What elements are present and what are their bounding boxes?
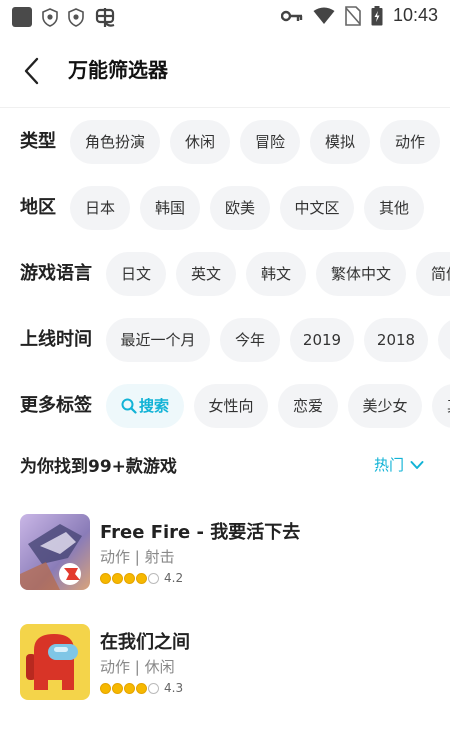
filter-label: 上线时间 [20, 329, 92, 350]
filter-chip[interactable]: 韩国 [140, 186, 200, 230]
filter-chip[interactable]: 2017 [438, 318, 450, 362]
search-label: 搜索 [138, 397, 169, 415]
bug-icon [95, 8, 115, 27]
app-square-icon [12, 7, 32, 27]
filter-label: 更多标签 [20, 395, 92, 416]
filter-row-more-tags: 更多标签 搜索 女性向 恋爱 美少女 其他 [0, 384, 450, 428]
rating-coin-empty-icon [148, 572, 159, 584]
status-time: 10:43 [392, 5, 438, 25]
game-icon-free-fire [20, 514, 90, 590]
filter-label: 地区 [20, 197, 56, 218]
filter-chip[interactable]: 其他 [364, 186, 424, 230]
battery-icon [371, 5, 383, 25]
filter-chip[interactable]: 中文区 [280, 186, 354, 230]
filter-chip[interactable]: 恋爱 [278, 384, 338, 428]
rating-score: 4.3 [164, 681, 184, 695]
rating-coin-icon [112, 682, 123, 694]
rating-score: 4.2 [164, 571, 184, 585]
rating-coin-empty-icon [148, 682, 159, 694]
game-tags: 动作 | 休闲 [100, 658, 175, 676]
game-list-item[interactable]: Free Fire - 我要活下去 动作 | 射击 4.2 [20, 514, 430, 592]
filter-chip[interactable]: 冒险 [240, 120, 300, 164]
filter-label: 游戏语言 [20, 263, 92, 284]
filter-row-region: 地区 日本 韩国 欧美 中文区 其他 [0, 186, 450, 230]
filter-chip[interactable]: 今年 [220, 318, 280, 362]
filter-row-type: 类型 角色扮演 休闲 冒险 模拟 动作 [0, 120, 450, 164]
filter-chip[interactable]: 韩文 [246, 252, 306, 296]
filter-chip[interactable]: 美少女 [348, 384, 422, 428]
status-bar: 10:43 [0, 0, 450, 34]
key-icon [280, 10, 303, 21]
game-name: 在我们之间 [100, 632, 190, 653]
filter-chip[interactable]: 模拟 [310, 120, 370, 164]
filter-chip[interactable]: 日本 [70, 186, 130, 230]
game-name: Free Fire - 我要活下去 [100, 522, 301, 543]
chevron-down-icon [410, 460, 424, 469]
results-summary: 为你找到99+款游戏 [20, 457, 177, 477]
game-rating: 4.2 [100, 571, 183, 585]
filter-label: 类型 [20, 131, 56, 152]
filter-chip[interactable]: 女性向 [194, 384, 268, 428]
rating-coin-icon [100, 682, 111, 694]
tag-search-button[interactable]: 搜索 [106, 384, 184, 428]
filter-chip[interactable]: 2019 [290, 318, 354, 362]
filter-chip[interactable]: 角色扮演 [70, 120, 160, 164]
game-tags: 动作 | 射击 [100, 548, 175, 566]
rating-coin-icon [100, 572, 111, 584]
back-arrow-icon[interactable] [20, 56, 44, 86]
filter-chip[interactable]: 动作 [380, 120, 440, 164]
rating-coin-icon [112, 572, 123, 584]
game-icon-among-us [20, 624, 90, 700]
shield-icon [68, 7, 84, 27]
filter-chip[interactable]: 繁体中文 [316, 252, 406, 296]
rating-coin-icon [136, 682, 147, 694]
shield-icon [42, 7, 58, 27]
game-rating: 4.3 [100, 681, 183, 695]
game-list-item[interactable]: 在我们之间 动作 | 休闲 4.3 [20, 624, 430, 702]
rating-coin-icon [124, 572, 135, 584]
wifi-icon [313, 7, 335, 24]
filter-chip[interactable]: 休闲 [170, 120, 230, 164]
filter-chip[interactable]: 简体中文 [416, 252, 450, 296]
filter-row-language: 游戏语言 日文 英文 韩文 繁体中文 简体中文 [0, 252, 450, 296]
search-icon [121, 398, 137, 414]
filter-chip[interactable]: 日文 [106, 252, 166, 296]
rating-coin-icon [124, 682, 135, 694]
filter-chip[interactable]: 最近一个月 [106, 318, 210, 362]
filter-chip[interactable]: 2018 [364, 318, 428, 362]
filter-chip[interactable]: 英文 [176, 252, 236, 296]
no-sim-icon [345, 5, 361, 26]
sort-label: 热门 [374, 456, 405, 474]
page-title: 万能筛选器 [68, 58, 168, 82]
filter-chip[interactable]: 其他 [432, 384, 450, 428]
sort-dropdown[interactable]: 热门 [374, 454, 424, 475]
filter-chip[interactable]: 欧美 [210, 186, 270, 230]
rating-coin-icon [136, 572, 147, 584]
filter-row-release-time: 上线时间 最近一个月 今年 2019 2018 2017 [0, 318, 450, 362]
app-header: 万能筛选器 [0, 34, 450, 108]
